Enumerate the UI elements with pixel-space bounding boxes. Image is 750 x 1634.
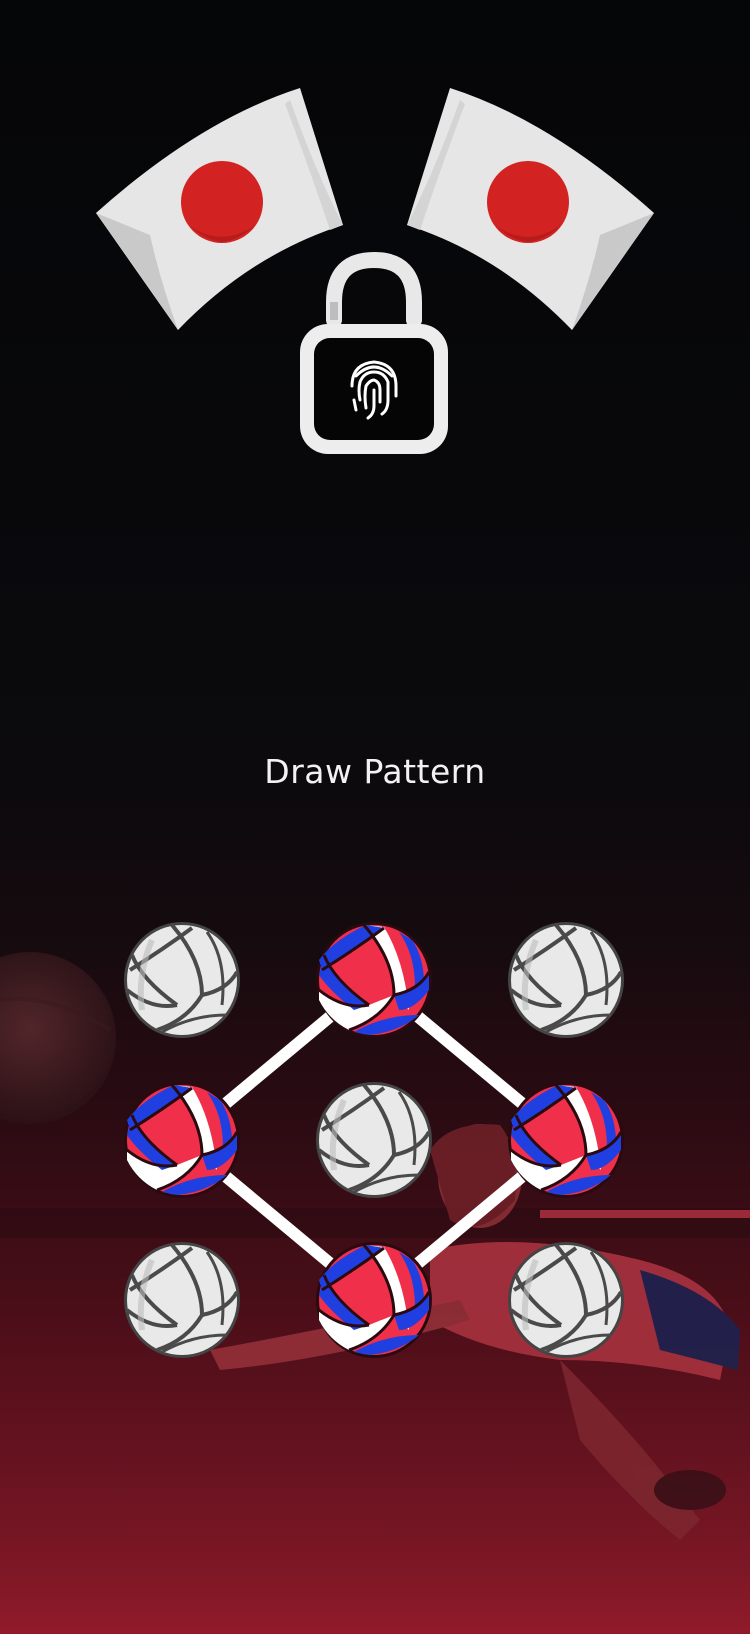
pattern-dot-3[interactable]	[508, 922, 624, 1038]
volleyball-icon	[316, 1082, 432, 1198]
pattern-grid[interactable]	[0, 0, 750, 1634]
pattern-dot-7[interactable]	[124, 1242, 240, 1358]
lock-screen: Draw Pattern	[0, 0, 750, 1634]
volleyball-icon	[506, 1080, 626, 1200]
volleyball-icon	[124, 922, 240, 1038]
pattern-dot-8[interactable]	[314, 1240, 434, 1360]
pattern-dot-9[interactable]	[508, 1242, 624, 1358]
pattern-dots	[124, 922, 624, 1358]
volleyball-icon	[122, 1080, 242, 1200]
volleyball-icon	[508, 1242, 624, 1358]
pattern-dot-4[interactable]	[122, 1080, 242, 1200]
volleyball-icon	[124, 1242, 240, 1358]
pattern-dot-1[interactable]	[124, 922, 240, 1038]
volleyball-icon	[508, 922, 624, 1038]
volleyball-icon	[314, 920, 434, 1040]
pattern-dot-6[interactable]	[506, 1080, 626, 1200]
pattern-dot-5[interactable]	[316, 1082, 432, 1198]
pattern-dot-2[interactable]	[314, 920, 434, 1040]
volleyball-icon	[314, 1240, 434, 1360]
